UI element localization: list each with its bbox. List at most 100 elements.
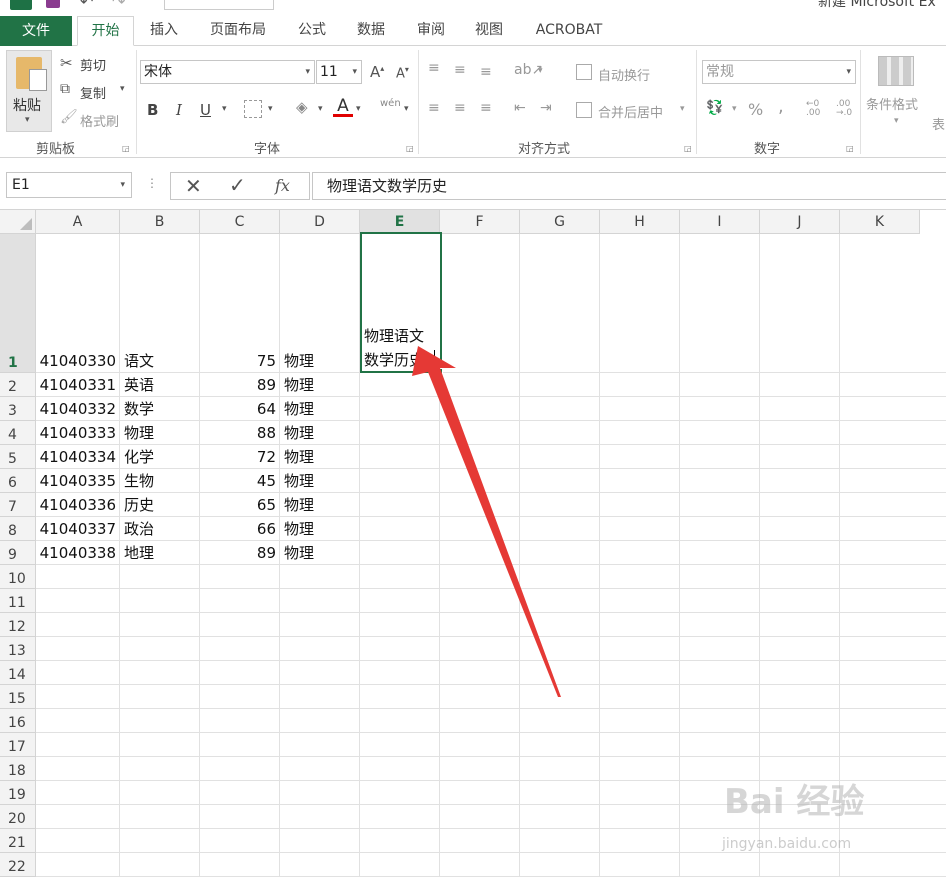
tab-view[interactable]: 视图 bbox=[465, 16, 513, 46]
cell-a9[interactable]: 41040338 bbox=[36, 541, 120, 565]
tab-page-layout[interactable]: 页面布局 bbox=[200, 16, 276, 46]
fill-color-icon[interactable]: ◈ bbox=[296, 98, 308, 116]
cell-d2[interactable]: 物理 bbox=[280, 373, 360, 397]
cell-c2[interactable]: 89 bbox=[200, 373, 280, 397]
cell-c9[interactable]: 89 bbox=[200, 541, 280, 565]
wrap-text-button[interactable]: 自动换行 bbox=[598, 65, 650, 84]
column-header-f[interactable]: F bbox=[440, 210, 520, 234]
cell-c7[interactable]: 65 bbox=[200, 493, 280, 517]
cell-b6[interactable]: 生物 bbox=[120, 469, 200, 493]
cell-d6[interactable]: 物理 bbox=[280, 469, 360, 493]
copy-dropdown-icon[interactable]: ▾ bbox=[120, 84, 125, 94]
column-header-h[interactable]: H bbox=[600, 210, 680, 234]
cell-c1[interactable]: 75 bbox=[200, 349, 280, 373]
cell-a3[interactable]: 41040332 bbox=[36, 397, 120, 421]
row-header-2[interactable]: 2 bbox=[0, 373, 36, 397]
row-header-7[interactable]: 7 bbox=[0, 493, 36, 517]
row-header-3[interactable]: 3 bbox=[0, 397, 36, 421]
increase-decimal-icon[interactable]: ←0.00 bbox=[806, 100, 820, 118]
align-left-icon[interactable]: ≡ bbox=[428, 100, 440, 116]
currency-icon[interactable]: 💱 bbox=[706, 100, 723, 116]
align-center-icon[interactable]: ≡ bbox=[454, 100, 466, 116]
column-header-d[interactable]: D bbox=[280, 210, 360, 234]
increase-indent-icon[interactable]: ⇥ bbox=[540, 100, 552, 116]
select-all-corner[interactable] bbox=[0, 210, 36, 234]
column-header-a[interactable]: A bbox=[36, 210, 120, 234]
number-format-select[interactable]: 常规 ▾ bbox=[702, 60, 856, 84]
fill-handle[interactable] bbox=[437, 368, 443, 374]
row-header-18[interactable]: 18 bbox=[0, 757, 36, 781]
cell-a6[interactable]: 41040335 bbox=[36, 469, 120, 493]
bold-button[interactable]: B bbox=[147, 101, 158, 119]
underline-dropdown-icon[interactable]: ▾ bbox=[222, 104, 227, 114]
cell-c3[interactable]: 64 bbox=[200, 397, 280, 421]
cell-d4[interactable]: 物理 bbox=[280, 421, 360, 445]
align-middle-icon[interactable]: ≡ bbox=[454, 62, 466, 78]
paste-button[interactable]: 粘贴 ▾ bbox=[6, 50, 52, 132]
copy-button[interactable]: 复制 bbox=[80, 83, 106, 102]
fill-color-dropdown-icon[interactable]: ▾ bbox=[318, 104, 323, 114]
clipboard-launcher-icon[interactable]: ◲ bbox=[122, 144, 130, 153]
row-header-14[interactable]: 14 bbox=[0, 661, 36, 685]
orientation-dropdown-icon[interactable]: ▾ bbox=[538, 66, 543, 76]
tab-formulas[interactable]: 公式 bbox=[288, 16, 336, 46]
font-color-dropdown-icon[interactable]: ▾ bbox=[356, 104, 361, 114]
format-painter-button[interactable]: 格式刷 bbox=[80, 111, 119, 130]
row-header-22[interactable]: 22 bbox=[0, 853, 36, 877]
row-header-11[interactable]: 11 bbox=[0, 589, 36, 613]
tab-review[interactable]: 审阅 bbox=[407, 16, 455, 46]
column-header-g[interactable]: G bbox=[520, 210, 600, 234]
cell-d9[interactable]: 物理 bbox=[280, 541, 360, 565]
cancel-icon[interactable]: ✕ bbox=[185, 174, 202, 198]
row-header-8[interactable]: 8 bbox=[0, 517, 36, 541]
borders-icon[interactable] bbox=[244, 100, 262, 118]
quick-access-box[interactable] bbox=[164, 0, 274, 10]
font-launcher-icon[interactable]: ◲ bbox=[406, 144, 414, 153]
cell-b1[interactable]: 语文 bbox=[120, 349, 200, 373]
cell-a7[interactable]: 41040336 bbox=[36, 493, 120, 517]
cell-c8[interactable]: 66 bbox=[200, 517, 280, 541]
cell-b8[interactable]: 政治 bbox=[120, 517, 200, 541]
tab-insert[interactable]: 插入 bbox=[140, 16, 188, 46]
align-bottom-icon[interactable]: ≡ bbox=[480, 64, 492, 80]
column-header-c[interactable]: C bbox=[200, 210, 280, 234]
font-size-select[interactable]: 11 ▾ bbox=[316, 60, 362, 84]
cell-d8[interactable]: 物理 bbox=[280, 517, 360, 541]
cell-c6[interactable]: 45 bbox=[200, 469, 280, 493]
cell-b9[interactable]: 地理 bbox=[120, 541, 200, 565]
merge-center-button[interactable]: 合并后居中 bbox=[598, 102, 663, 121]
cut-button[interactable]: 剪切 bbox=[80, 55, 106, 74]
column-header-i[interactable]: I bbox=[680, 210, 760, 234]
row-header-16[interactable]: 16 bbox=[0, 709, 36, 733]
font-name-select[interactable]: 宋体 ▾ bbox=[140, 60, 315, 84]
redo-icon[interactable]: ↷ bbox=[112, 0, 125, 11]
tab-home[interactable]: 开始 bbox=[77, 16, 134, 46]
undo-icon[interactable]: ↶ bbox=[80, 0, 93, 11]
row-header-9[interactable]: 9 bbox=[0, 541, 36, 565]
row-header-4[interactable]: 4 bbox=[0, 421, 36, 445]
save-icon[interactable] bbox=[46, 0, 60, 8]
column-header-j[interactable]: J bbox=[760, 210, 840, 234]
row-header-19[interactable]: 19 bbox=[0, 781, 36, 805]
cell-b3[interactable]: 数学 bbox=[120, 397, 200, 421]
row-header-5[interactable]: 5 bbox=[0, 445, 36, 469]
borders-dropdown-icon[interactable]: ▾ bbox=[268, 104, 273, 114]
increase-font-icon[interactable]: A▴ bbox=[370, 63, 384, 81]
insert-function-icon[interactable]: fx bbox=[275, 176, 290, 195]
column-header-b[interactable]: B bbox=[120, 210, 200, 234]
column-header-k[interactable]: K bbox=[840, 210, 920, 234]
cell-a8[interactable]: 41040337 bbox=[36, 517, 120, 541]
number-launcher-icon[interactable]: ◲ bbox=[846, 144, 854, 153]
comma-button[interactable]: , bbox=[778, 96, 784, 117]
format-as-table-button[interactable]: 表 bbox=[932, 114, 945, 133]
cell-a1[interactable]: 41040330 bbox=[36, 349, 120, 373]
italic-button[interactable]: I bbox=[176, 101, 182, 119]
cell-b4[interactable]: 物理 bbox=[120, 421, 200, 445]
cell-b2[interactable]: 英语 bbox=[120, 373, 200, 397]
align-top-icon[interactable]: ≡ bbox=[428, 60, 440, 76]
enter-icon[interactable]: ✓ bbox=[229, 173, 246, 197]
cell-b7[interactable]: 历史 bbox=[120, 493, 200, 517]
formula-input[interactable]: 物理语文数学历史 bbox=[312, 172, 946, 200]
tab-acrobat[interactable]: ACROBAT bbox=[528, 16, 610, 46]
percent-button[interactable]: % bbox=[748, 100, 763, 119]
